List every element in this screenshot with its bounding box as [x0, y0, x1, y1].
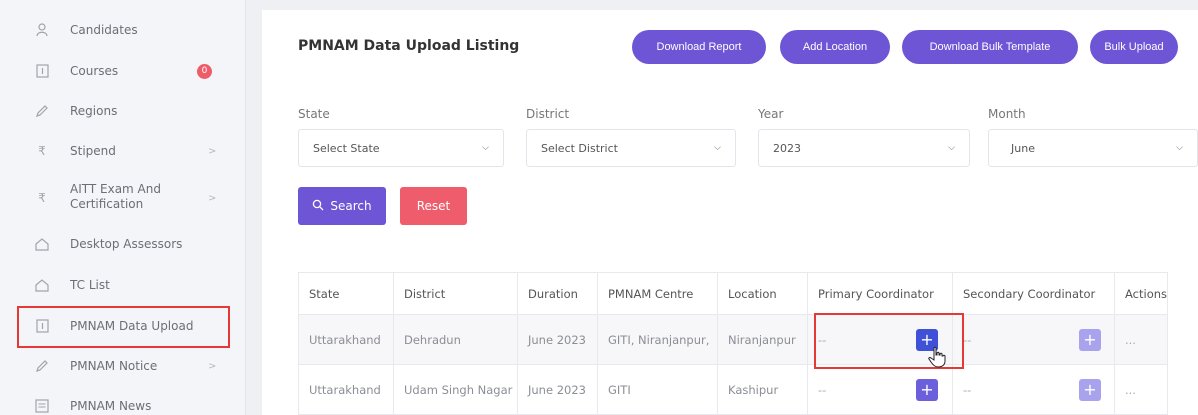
cell-location: Niranjanpur [717, 314, 808, 365]
chevron-down-icon: ⌵ [948, 143, 955, 153]
column-header-duration: Duration [517, 272, 598, 315]
reset-button[interactable]: Reset [400, 187, 467, 225]
month-label: Month [988, 107, 1026, 121]
month-select-value: June [1011, 141, 1035, 155]
sidebar-item-label: PMNAM Notice [70, 358, 158, 373]
cell-state: Uttarakhand [298, 364, 394, 415]
sidebar-item-label: Stipend [70, 143, 116, 158]
sidebar-item-label: Desktop Assessors [70, 236, 183, 251]
column-header-actions: Actions [1113, 272, 1169, 315]
download-report-button[interactable]: Download Report [632, 30, 766, 64]
column-header-state: State [298, 272, 394, 315]
month-select[interactable]: June ⌵ [988, 129, 1198, 167]
add-secondary-coordinator-button[interactable]: + [1079, 329, 1101, 351]
year-select[interactable]: 2023 ⌵ [758, 129, 970, 167]
actions-menu[interactable]: ... [1125, 333, 1136, 347]
sidebar-item-desktop-assessors[interactable]: Desktop Assessors [0, 234, 246, 254]
cell-secondary-coordinator: -- + [952, 314, 1115, 365]
search-button[interactable]: Search [298, 187, 386, 225]
sidebar-item-label-wrap: AITT Exam And Certification [70, 182, 161, 212]
book-icon [34, 63, 50, 79]
year-select-value: 2023 [773, 141, 801, 155]
sidebar-item-courses[interactable]: Courses 0 [0, 61, 246, 81]
sidebar-item-label-line2: Certification [70, 197, 144, 211]
rupee-icon: ₹ [38, 144, 46, 158]
add-primary-coordinator-button[interactable]: + [916, 379, 938, 401]
state-select[interactable]: Select State ⌵ [298, 129, 504, 167]
chevron-right-icon: > [208, 192, 217, 204]
sidebar-item-aitt-exam[interactable]: ₹ AITT Exam And Certification > [0, 181, 246, 215]
cell-centre: GITI, Niranjanpur, [597, 314, 718, 365]
bulk-upload-button[interactable]: Bulk Upload [1090, 30, 1178, 64]
sidebar-item-candidates[interactable]: Candidates [0, 20, 246, 40]
home-icon [34, 277, 50, 293]
column-header-centre: PMNAM Centre [597, 272, 718, 315]
sidebar-item-label: Courses [70, 63, 119, 78]
sidebar-item-label: TC List [70, 277, 110, 292]
column-header-district: District [393, 272, 518, 315]
primary-coordinator-value: -- [818, 382, 827, 397]
add-location-button[interactable]: Add Location [780, 30, 890, 64]
state-select-value: Select State [313, 141, 380, 155]
pencil-icon [34, 103, 50, 119]
cell-centre: GITI [597, 364, 718, 415]
sidebar-item-label: AITT Exam And [70, 182, 161, 196]
table-row: Uttarakhand Udam Singh Nagar June 2023 G… [298, 364, 1169, 415]
chevron-right-icon: > [208, 360, 217, 372]
cell-district: Dehradun [393, 314, 518, 365]
search-button-label: Search [330, 199, 372, 213]
cell-location: Kashipur [717, 364, 808, 415]
cell-actions: ... [1113, 314, 1169, 365]
year-label: Year [758, 107, 784, 121]
sidebar-item-label: Regions [70, 103, 118, 118]
cell-state: Uttarakhand [298, 314, 394, 365]
district-select[interactable]: Select District ⌵ [526, 129, 736, 167]
cell-duration: June 2023 [517, 314, 598, 365]
sidebar-item-pmnam-notice[interactable]: PMNAM Notice > [0, 356, 246, 376]
column-header-location: Location [717, 272, 808, 315]
secondary-coordinator-value: -- [963, 382, 972, 397]
district-select-value: Select District [541, 141, 618, 155]
secondary-coordinator-value: -- [963, 332, 972, 347]
cell-actions: ... [1113, 364, 1169, 415]
column-header-secondary-coordinator: Secondary Coordinator [952, 272, 1115, 315]
search-icon [312, 199, 324, 214]
page-title: PMNAM Data Upload Listing [298, 38, 520, 54]
sidebar-item-stipend[interactable]: ₹ Stipend > [0, 141, 246, 161]
chevron-down-icon: ⌵ [714, 143, 721, 153]
sidebar: Candidates Courses 0 Regions ₹ Stipend >… [0, 0, 246, 415]
add-secondary-coordinator-button[interactable]: + [1079, 379, 1101, 401]
sidebar-item-pmnam-news[interactable]: PMNAM News [0, 396, 246, 415]
cell-duration: June 2023 [517, 364, 598, 415]
main-card: PMNAM Data Upload Listing Download Repor… [262, 10, 1198, 415]
download-bulk-template-button[interactable]: Download Bulk Template [902, 30, 1078, 64]
table-row: Uttarakhand Dehradun June 2023 GITI, Nir… [298, 314, 1169, 365]
pencil-icon [34, 358, 50, 374]
sidebar-item-label: Candidates [70, 22, 138, 37]
chevron-down-icon: ⌵ [482, 143, 489, 153]
sidebar-item-label: PMNAM News [70, 398, 152, 413]
count-badge: 0 [197, 63, 212, 79]
rupee-icon: ₹ [38, 191, 46, 205]
cell-primary-coordinator: -- + [807, 364, 953, 415]
chevron-right-icon: > [208, 145, 217, 157]
chevron-down-icon: ⌵ [1176, 143, 1183, 153]
state-label: State [298, 107, 330, 121]
highlight-box [17, 306, 230, 348]
sidebar-item-tc-list[interactable]: TC List [0, 275, 246, 295]
data-table: State District Duration PMNAM Centre Loc… [298, 272, 1169, 415]
cell-secondary-coordinator: -- + [952, 364, 1115, 415]
table-header-row: State District Duration PMNAM Centre Loc… [298, 272, 1169, 315]
district-label: District [526, 107, 570, 121]
users-icon [34, 22, 50, 38]
actions-menu[interactable]: ... [1125, 383, 1136, 397]
home-icon [34, 236, 50, 252]
column-header-primary-coordinator: Primary Coordinator [807, 272, 953, 315]
sidebar-item-regions[interactable]: Regions [0, 101, 246, 121]
news-icon [34, 398, 50, 414]
hand-cursor-icon [928, 346, 946, 368]
cell-district: Udam Singh Nagar [393, 364, 518, 415]
